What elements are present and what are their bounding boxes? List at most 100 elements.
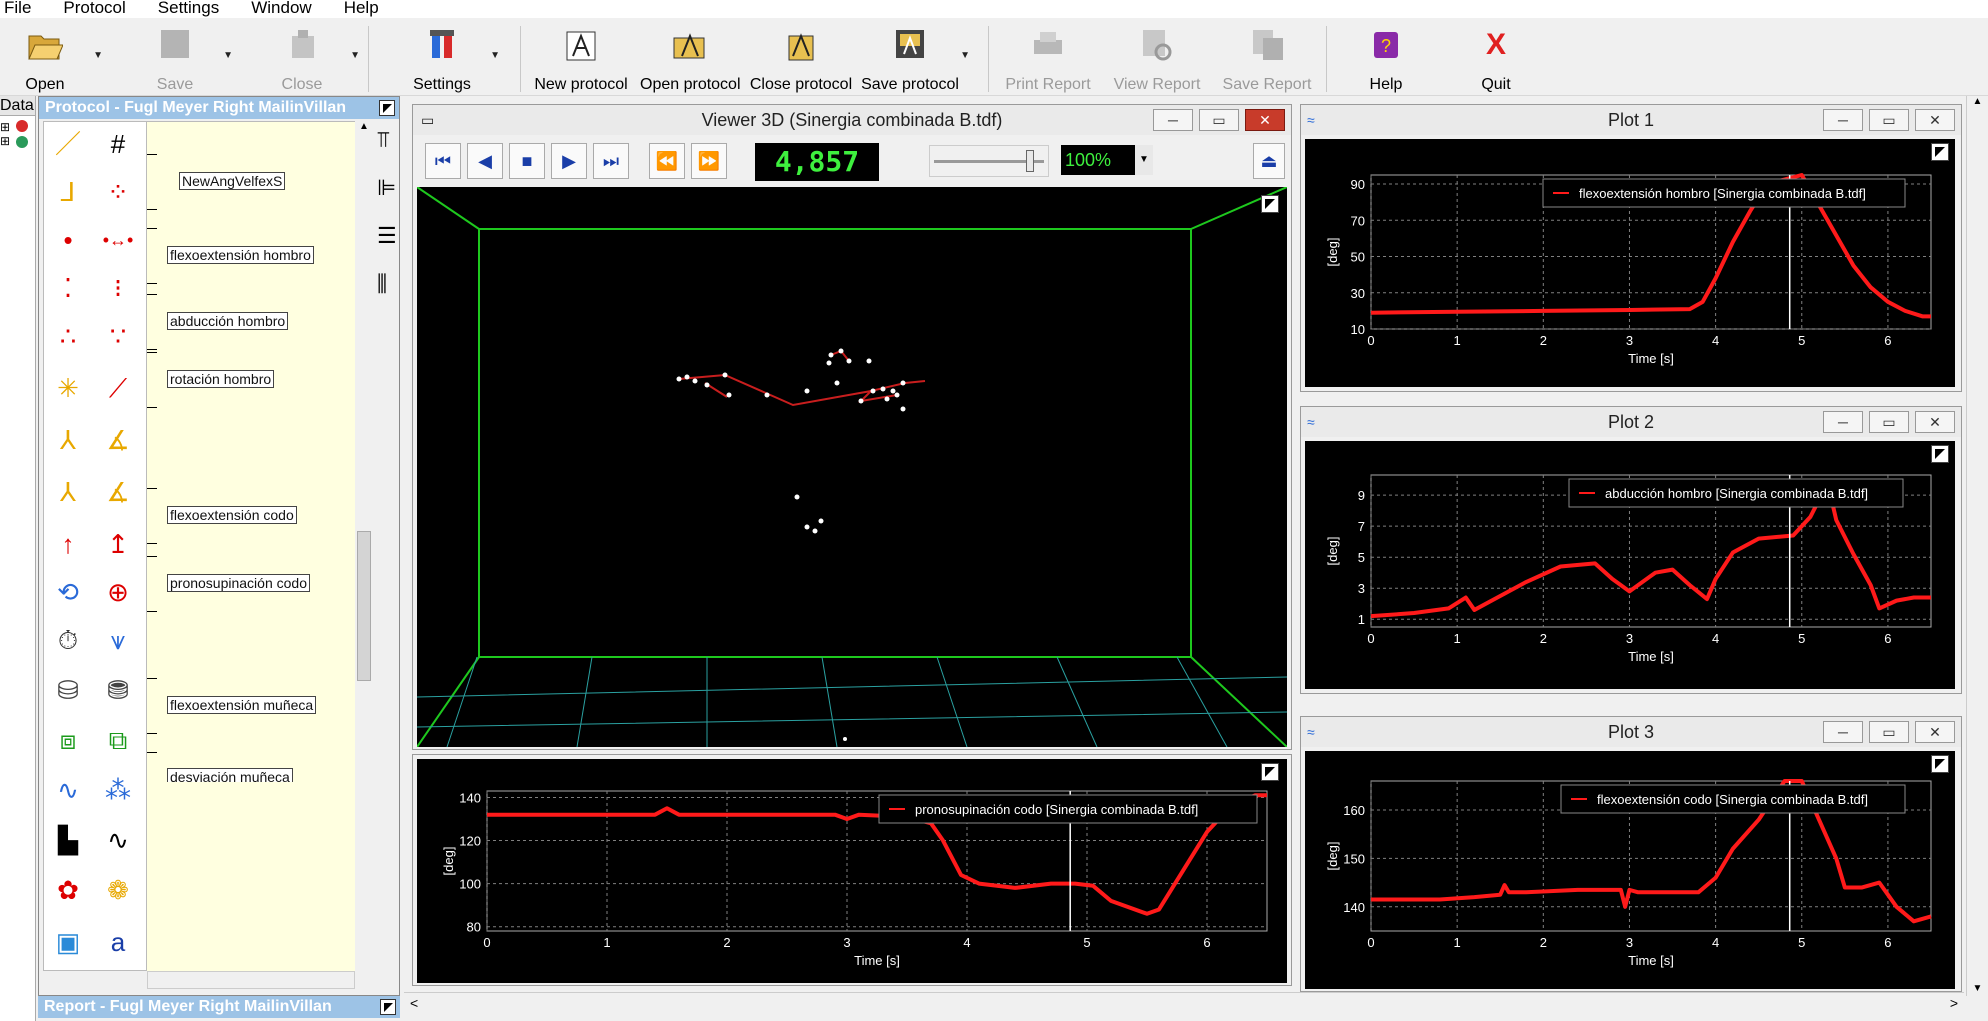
image-icon[interactable]: ▣ <box>50 924 86 960</box>
weight-icon[interactable]: ⛁ <box>50 672 86 708</box>
distribute-vertical-icon[interactable]: ☰ <box>377 223 397 249</box>
muscle-group-icon[interactable]: ✿ <box>50 872 86 908</box>
axes-tool-icon[interactable]: ⅃ <box>50 174 86 210</box>
skip-end-icon[interactable]: ⏭ <box>593 143 629 179</box>
scroll-down-icon[interactable]: ▼ <box>1967 983 1988 994</box>
next-frame-icon[interactable]: ⏩ <box>691 143 727 179</box>
protocol-node[interactable]: desviación muñeca <box>147 752 367 782</box>
report-pane-header[interactable]: Report - Fugl Meyer Right MailinVillan <box>38 996 400 1018</box>
close-window-button[interactable]: ✕ <box>1245 109 1285 131</box>
viewer-3d-canvas[interactable] <box>416 186 1288 748</box>
scroll-up-icon[interactable]: ▲ <box>355 121 373 132</box>
protocol-node[interactable]: pronosupinación codo <box>147 556 367 612</box>
point-angle-icon[interactable]: ∵ <box>100 318 136 354</box>
sine-wave-icon[interactable]: ∿ <box>100 822 136 858</box>
plot-1-area[interactable]: 0 1 2 3 4 5 6 10 30 50 70 90 Time [s] [deg] flexoexten… <box>1305 139 1955 387</box>
protocol-node[interactable]: NewAngVelfexS <box>147 154 367 210</box>
zoom-select[interactable]: 100% ▼ <box>1061 145 1153 175</box>
cube-frame-icon[interactable]: ⧉ <box>100 722 136 758</box>
open-protocol-button[interactable]: Open protocol <box>640 24 741 94</box>
help-button[interactable]: ? Help <box>1336 24 1436 94</box>
three-points-icon[interactable]: ∴ <box>50 318 86 354</box>
open-button[interactable]: ▼ Open <box>0 24 103 94</box>
point-icon[interactable]: • <box>50 222 86 258</box>
chevron-down-icon[interactable]: ▼ <box>1135 145 1153 175</box>
moment-icon[interactable]: ⟲ <box>50 574 86 610</box>
hash-tool-icon[interactable]: # <box>100 126 136 162</box>
expand-icon[interactable] <box>1261 195 1279 213</box>
main-vertical-scrollbar[interactable]: ▲ ▼ <box>1966 96 1988 996</box>
new-protocol-button[interactable]: New protocol <box>531 24 631 94</box>
distance-icon[interactable]: •↔• <box>100 222 136 258</box>
close-button[interactable]: ▼ Close <box>252 24 360 94</box>
align-left-icon[interactable]: ⊫ <box>377 175 396 201</box>
rotating-weight-icon[interactable]: ⛃ <box>100 672 136 708</box>
minimize-button[interactable]: ─ <box>1823 109 1863 131</box>
settings-button[interactable]: ▼ Settings <box>392 24 500 94</box>
view-report-button[interactable]: View Report <box>1107 24 1207 94</box>
text-tool-icon[interactable]: a <box>100 924 136 960</box>
slider-thumb[interactable] <box>1026 150 1034 172</box>
plot-2-area[interactable]: 0 1 2 3 4 5 6 1 3 5 7 9 Time [s] [deg] abducción hombr… <box>1305 441 1955 689</box>
expand-icon[interactable] <box>1931 143 1949 161</box>
protocol-node[interactable]: abducción hombro <box>147 294 367 350</box>
angular-velocity-icon[interactable]: ⅄ <box>50 422 86 458</box>
points-grid-icon[interactable]: ⁘ <box>100 174 136 210</box>
quit-button[interactable]: X Quit <box>1446 24 1546 94</box>
histogram-icon[interactable]: ▙ <box>50 822 86 858</box>
frame-tool-icon[interactable]: ✳ <box>50 370 86 406</box>
spectrum-icon[interactable]: ⩛ <box>100 622 136 658</box>
close-window-button[interactable]: ✕ <box>1915 721 1955 743</box>
print-report-button[interactable]: Print Report <box>998 24 1098 94</box>
stop-icon[interactable]: ■ <box>509 143 545 179</box>
previous-frame-icon[interactable]: ⏪ <box>649 143 685 179</box>
emg-signal-icon[interactable]: ⁂ <box>100 772 136 808</box>
pin-icon[interactable] <box>379 100 395 116</box>
scroll-thumb[interactable] <box>357 531 371 681</box>
muscle-icon[interactable]: ❁ <box>100 872 136 908</box>
close-protocol-button[interactable]: Close protocol <box>749 24 853 94</box>
tree-expanders[interactable]: ⊞ ⊞ <box>0 120 10 148</box>
chevron-down-icon[interactable]: ▼ <box>223 50 233 61</box>
filter-curve-icon[interactable]: ∿ <box>50 772 86 808</box>
two-points-icon[interactable]: ⁚ <box>50 270 86 306</box>
maximize-button[interactable]: ▭ <box>1869 721 1909 743</box>
play-icon[interactable]: ▶ <box>551 143 587 179</box>
joint-angle-icon[interactable]: ∡ <box>100 474 136 510</box>
expand-icon[interactable] <box>1931 445 1949 463</box>
protocol-node[interactable]: rotación hombro <box>147 352 367 408</box>
scroll-right-icon[interactable]: > <box>1950 995 1958 1011</box>
protocol-node[interactable]: flexoextensión codo <box>147 488 367 544</box>
protocol-vertical-scrollbar[interactable]: ▲ <box>355 121 373 971</box>
menu-file[interactable]: File <box>0 0 35 18</box>
scroll-left-icon[interactable]: < <box>410 995 418 1011</box>
menu-help[interactable]: Help <box>340 0 383 18</box>
expand-icon[interactable] <box>1931 755 1949 773</box>
force-vector-icon[interactable]: ↥ <box>100 526 136 562</box>
align-top-icon[interactable]: ⫪ <box>377 127 389 153</box>
chevron-down-icon[interactable]: ▼ <box>350 50 360 61</box>
scroll-up-icon[interactable]: ▲ <box>1967 96 1988 107</box>
close-window-button[interactable]: ✕ <box>1915 411 1955 433</box>
chevron-down-icon[interactable]: ▼ <box>93 50 103 61</box>
save-protocol-button[interactable]: ▼ Save protocol <box>858 24 970 94</box>
distribute-horizontal-icon[interactable]: ⫼ <box>377 271 387 297</box>
minimize-button[interactable]: ─ <box>1823 411 1863 433</box>
menu-settings[interactable]: Settings <box>154 0 223 18</box>
maximize-button[interactable]: ▭ <box>1869 411 1909 433</box>
minimize-button[interactable]: ─ <box>1153 109 1193 131</box>
stopwatch-icon[interactable]: ⏱ <box>50 622 86 658</box>
cube-icon[interactable]: ⧈ <box>50 722 86 758</box>
expand-icon[interactable] <box>1261 763 1279 781</box>
step-back-icon[interactable]: ◀ <box>467 143 503 179</box>
close-window-button[interactable]: ✕ <box>1915 109 1955 131</box>
plot-3-area[interactable]: 0 1 2 3 4 5 6 140 150 160 Time [s] [deg] flexoextens… <box>1305 751 1955 989</box>
save-report-button[interactable]: Save Report <box>1217 24 1317 94</box>
moment-vector-icon[interactable]: ⊕ <box>100 574 136 610</box>
maximize-button[interactable]: ▭ <box>1869 109 1909 131</box>
protocol-node[interactable]: flexoextensión hombro <box>147 228 367 284</box>
angle-icon[interactable]: ∡ <box>100 422 136 458</box>
point-line-icon[interactable]: ⁝ <box>100 270 136 306</box>
segment-tool-icon[interactable]: ⟋ <box>100 370 136 406</box>
protocol-node[interactable]: flexoextensión muñeca <box>147 678 367 734</box>
